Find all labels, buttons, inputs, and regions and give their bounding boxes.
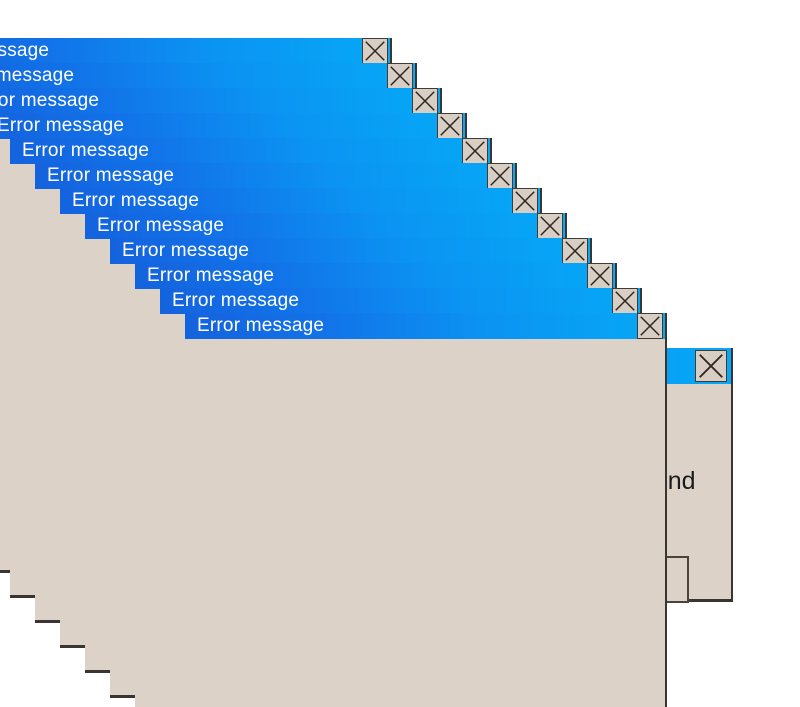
stacked-dialog-titlebar: Error message	[135, 263, 615, 289]
stacked-dialog-title: Error message	[147, 265, 275, 286]
close-x-icon	[640, 316, 660, 336]
close-x-icon	[590, 266, 610, 286]
stacked-dialog-title: Error message	[0, 90, 100, 111]
stacked-dialog-titlebar: Error message	[160, 288, 640, 314]
close-button[interactable]	[537, 213, 563, 239]
close-button[interactable]	[562, 238, 588, 264]
close-button[interactable]	[362, 38, 388, 64]
close-button[interactable]	[637, 313, 663, 339]
close-button[interactable]	[412, 88, 438, 114]
stacked-dialog-titlebar: Error message	[10, 138, 490, 164]
stacked-dialog-titlebar: Error message	[0, 113, 465, 139]
stacked-dialog-title: Error message	[197, 315, 325, 336]
close-x-icon	[465, 141, 485, 161]
close-x-icon	[699, 354, 723, 378]
stacked-dialog-titlebar: Error message	[185, 313, 665, 339]
close-button[interactable]	[512, 188, 538, 214]
stacked-dialog-title: Error message	[0, 115, 125, 136]
close-button[interactable]	[387, 63, 413, 89]
close-button[interactable]	[487, 163, 513, 189]
stacked-dialog-title: Error message	[97, 215, 225, 236]
close-button[interactable]	[462, 138, 488, 164]
stacked-dialog-titlebar: Error message	[110, 238, 590, 264]
stacked-dialog-titlebar: Error message	[0, 88, 440, 114]
stacked-dialog-title: Error message	[122, 240, 250, 261]
stacked-dialog-title: Error message	[47, 165, 175, 186]
stacked-dialog-title: Error message	[172, 290, 300, 311]
close-x-icon	[565, 241, 585, 261]
error-dialog-stacked[interactable]: Error message	[185, 313, 667, 707]
close-button[interactable]	[587, 263, 613, 289]
stacked-dialog-title: Error message	[72, 190, 200, 211]
close-x-icon	[365, 41, 385, 61]
stacked-dialog-title: Error message	[0, 65, 75, 86]
close-button[interactable]	[695, 350, 727, 382]
stacked-dialog-titlebar: Error message	[0, 38, 390, 64]
close-x-icon	[615, 291, 635, 311]
stacked-dialog-titlebar: Error message	[35, 163, 515, 189]
close-button[interactable]	[612, 288, 638, 314]
stacked-dialog-titlebar: Error message	[60, 188, 540, 214]
close-x-icon	[515, 191, 535, 211]
close-button[interactable]	[437, 113, 463, 139]
close-x-icon	[490, 166, 510, 186]
close-x-icon	[440, 116, 460, 136]
close-x-icon	[540, 216, 560, 236]
screenshot-stage: Error message Error message Error message E…	[0, 0, 800, 707]
stacked-dialog-titlebar: Error message	[85, 213, 565, 239]
stacked-dialog-title: Error message	[0, 40, 50, 61]
close-x-icon	[415, 91, 435, 111]
stacked-dialog-titlebar: Error message	[0, 63, 415, 89]
close-x-icon	[390, 66, 410, 86]
stacked-dialog-title: Error message	[22, 140, 150, 161]
